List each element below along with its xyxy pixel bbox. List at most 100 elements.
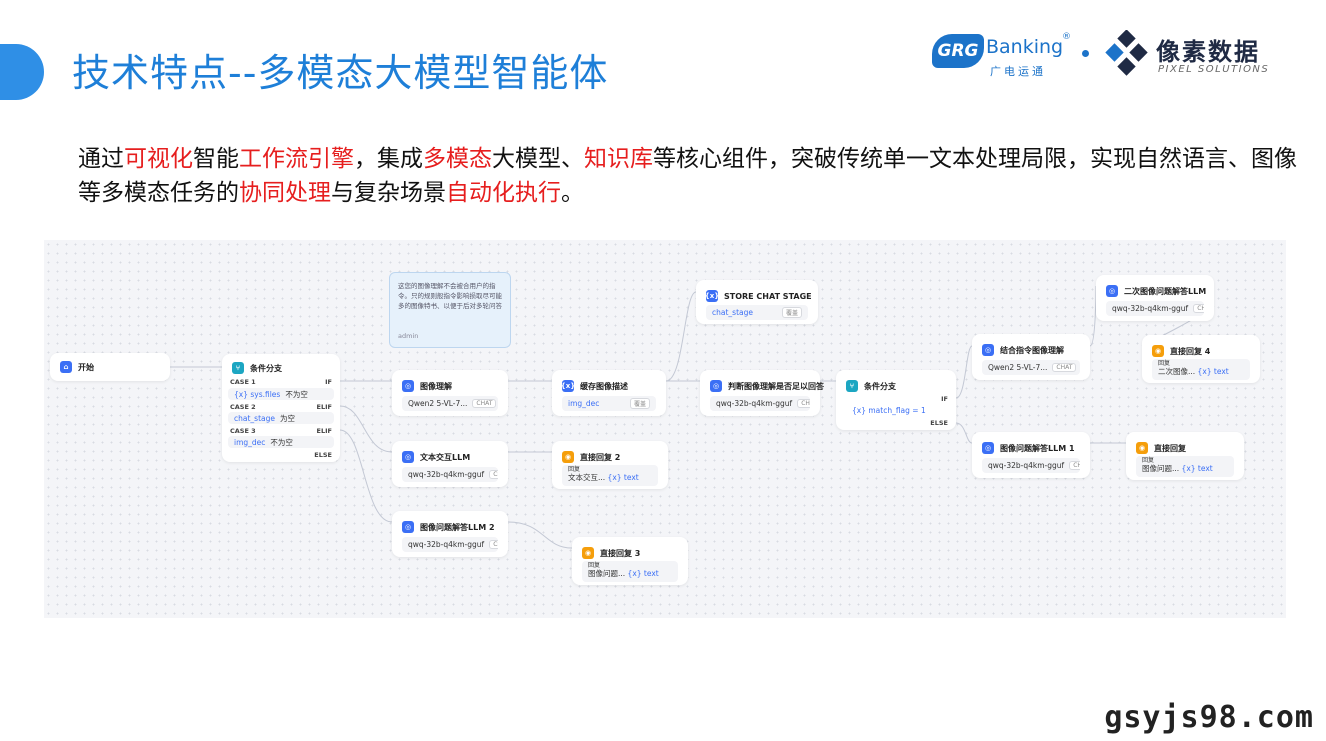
node-title: 直接回复 2 (580, 452, 621, 462)
node-title: 缓存图像描述 (580, 381, 628, 391)
reply-icon: ◉ (1136, 442, 1148, 454)
llm-icon: ◎ (982, 442, 994, 454)
branch-icon: ⑂ (232, 362, 244, 374)
node-title: 图像问题解答LLM 1 (1000, 443, 1075, 453)
desc-part: 大模型、 (492, 146, 584, 172)
second-image-qa-node[interactable]: ◎ 二次图像问题解答LLM qwq-32b-q4km-gguf CHAT (1096, 275, 1214, 321)
case-label: CASE 1 (230, 378, 256, 386)
guangdian-text: 广电运通 (990, 65, 1046, 78)
store-chat-stage-node[interactable]: {x} STORE CHAT STAGE chat_stage 覆盖 (696, 280, 818, 324)
direct-reply-4-node[interactable]: ◉ 直接回复 4 回复 二次图像... {x} text (1142, 335, 1260, 383)
llm-icon: ◎ (402, 451, 414, 463)
chat-tag: CHAT (489, 540, 498, 549)
page-title: 技术特点--多模态大模型智能体 (72, 51, 609, 95)
node-title: 直接回复 4 (1170, 346, 1211, 356)
desc-highlight: 知识库 (584, 146, 653, 172)
reply-icon: ◉ (582, 547, 594, 559)
direct-reply-3-node[interactable]: ◉ 直接回复 3 回复 图像问题... {x} text (572, 537, 688, 585)
registered-mark: ® (1062, 32, 1071, 42)
node-title: 直接回复 (1154, 443, 1186, 453)
case-label: CASE 3 (230, 427, 256, 435)
note-card[interactable]: 这您的图像理解不会被合用户的指令。只的规则般指令影响损取尽可能多的图像特书、以便… (389, 272, 511, 348)
branch2-else: ELSE (930, 419, 948, 427)
branch-icon: ⑂ (846, 380, 858, 392)
llm-icon: ◎ (402, 521, 414, 533)
note-text: 这您的图像理解不会被合用户的指令。只的规则般指令影响损取尽可能多的图像特书、以便… (398, 282, 502, 310)
model-name: qwq-32b-q4km-gguf (716, 399, 793, 408)
reply-var: {x} text (607, 473, 639, 482)
reply-var: {x} text (1197, 367, 1229, 376)
var-name: chat_stage (712, 308, 753, 317)
chat-tag: CHAT (1069, 461, 1080, 470)
image-qa-llm-2-node[interactable]: ◎ 图像问题解答LLM 2 qwq-32b-q4km-gguf CHAT (392, 511, 508, 557)
desc-part: ，集成 (354, 146, 423, 172)
brand-separator-dot (1082, 50, 1089, 57)
model-name: Qwen2 5-VL-7... (988, 363, 1048, 372)
llm-icon: ◎ (402, 380, 414, 392)
node-title: 条件分支 (250, 363, 282, 373)
case-label: CASE 2 (230, 403, 256, 411)
desc-part: 与复杂场景 (331, 180, 446, 206)
chat-tag: CHAT (797, 399, 810, 408)
reply-var: {x} text (627, 569, 659, 578)
model-name: Qwen2 5-VL-7... (408, 399, 468, 408)
note-author: admin (398, 332, 419, 340)
brand-logos: GRG Banking ® 广电运通 像素数据 PIXEL SOLUTIONS (932, 26, 1302, 86)
node-title: 判断图像理解是否足以回答 (728, 381, 824, 391)
variable-icon: {x} (560, 380, 576, 392)
desc-part: 通过 (78, 146, 124, 172)
combine-instruction-node[interactable]: ◎ 结合指令图像理解 Qwen2 5-VL-7... CHAT (972, 334, 1090, 380)
accent-bar (0, 44, 44, 100)
banking-text: Banking (986, 36, 1064, 58)
model-name: qwq-32b-q4km-gguf (1112, 304, 1189, 313)
image-understand-node[interactable]: ◎ 图像理解 Qwen2 5-VL-7... CHAT (392, 370, 508, 416)
reply-field: 二次图像... (1158, 367, 1196, 376)
llm-icon: ◎ (710, 380, 722, 392)
start-node[interactable]: ⌂ 开始 (50, 353, 170, 381)
condition-branch-node-1[interactable]: ⑂ 条件分支 CASE 1 IF {x} sys.files 不为空 CASE 2 … (222, 354, 340, 462)
pixel-cn-text: 像素数据 (1156, 38, 1260, 66)
judge-understanding-node[interactable]: ◎ 判断图像理解是否足以回答 qwq-32b-q4km-gguf CHAT (700, 370, 824, 416)
description-text: 通过可视化智能工作流引擎，集成多模态大模型、知识库等核心组件，突破传统单一文本处… (78, 142, 1298, 210)
desc-highlight: 自动化执行 (446, 180, 561, 206)
chat-tag: CHAT (472, 399, 497, 408)
home-icon: ⌂ (60, 361, 72, 373)
llm-icon: ◎ (982, 344, 994, 356)
branch2-if: IF (941, 395, 948, 403)
reply-field: 图像问题... (588, 569, 626, 578)
desc-part: 智能 (193, 146, 239, 172)
node-title: 图像问题解答LLM 2 (420, 522, 495, 532)
node-title: 条件分支 (864, 381, 896, 391)
condition-branch-node-2[interactable]: ⑂ 条件分支 IF {x} match_flag = 1 ELSE (836, 370, 956, 430)
direct-reply-node[interactable]: ◉ 直接回复 回复 图像问题... {x} text (1126, 432, 1244, 480)
text-llm-node[interactable]: ◎ 文本交互LLM qwq-32b-q4km-gguf CHAT (392, 441, 508, 487)
pixel-solutions-logo-icon (1105, 30, 1148, 76)
case-var: chat_stage (234, 413, 275, 423)
chat-tag: CHAT (1193, 304, 1204, 313)
node-title: 图像理解 (420, 381, 452, 391)
case-if: IF (325, 378, 332, 386)
workflow-canvas[interactable]: ⌂ 开始 ⑂ 条件分支 CASE 1 IF {x} sys.files 不为空 CAS… (44, 240, 1286, 618)
image-qa-llm-1-node[interactable]: ◎ 图像问题解答LLM 1 qwq-32b-q4km-gguf CHAT (972, 432, 1090, 478)
pixel-en-text: PIXEL SOLUTIONS (1158, 64, 1270, 75)
node-title: STORE CHAT STAGE (724, 291, 812, 301)
desc-highlight: 工作流引擎 (239, 146, 354, 172)
node-title: 结合指令图像理解 (1000, 345, 1064, 355)
llm-icon: ◎ (1106, 285, 1118, 297)
case-op: 不为空 (270, 437, 293, 447)
overwrite-tag: 覆盖 (781, 307, 802, 318)
desc-highlight: 多模态 (423, 146, 492, 172)
direct-reply-2-node[interactable]: ◉ 直接回复 2 回复 文本交互... {x} text (552, 441, 668, 489)
reply-icon: ◉ (562, 451, 574, 463)
reply-var: {x} text (1181, 464, 1213, 473)
cache-image-desc-node[interactable]: {x} 缓存图像描述 img_dec 覆盖 (552, 370, 666, 416)
branch2-cond: {x} match_flag = 1 (852, 405, 926, 415)
variable-icon: {x} (704, 290, 720, 302)
watermark: gsyjs98.com (1104, 700, 1314, 735)
overwrite-tag: 覆盖 (629, 398, 650, 409)
case-op: 不为空 (285, 389, 308, 399)
case-var: {x} sys.files (234, 389, 281, 399)
case-else: ELSE (314, 451, 332, 459)
model-name: qwq-32b-q4km-gguf (408, 540, 485, 549)
var-name: img_dec (568, 399, 600, 408)
